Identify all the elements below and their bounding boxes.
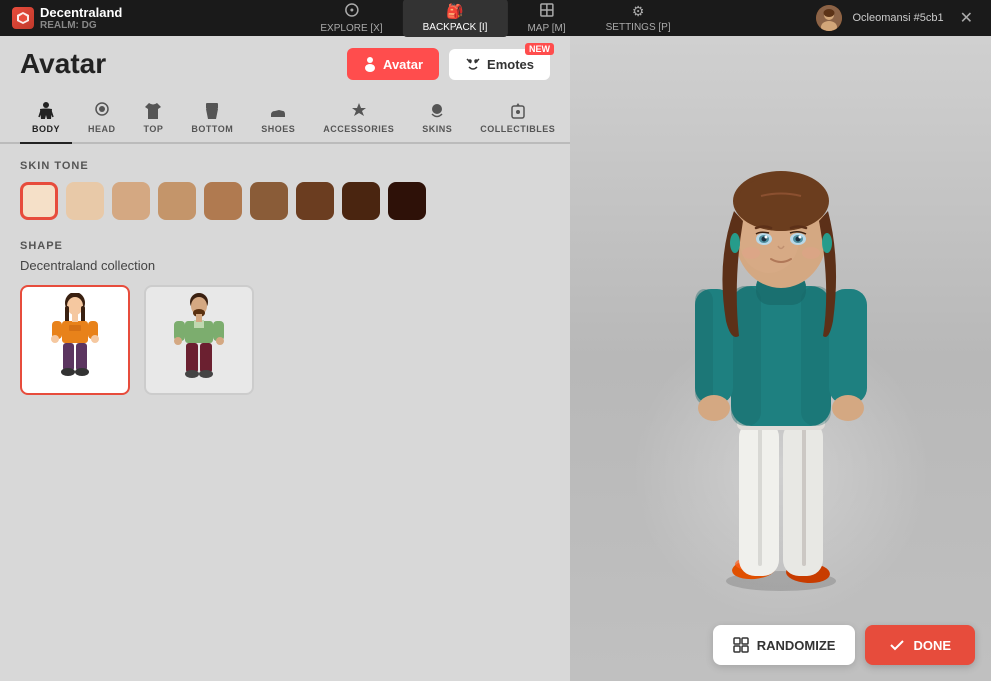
randomize-label: RANDOMIZE — [757, 638, 836, 653]
shape-cards — [20, 285, 550, 395]
skin-swatch-2[interactable] — [112, 182, 150, 220]
skin-swatch-6[interactable] — [296, 182, 334, 220]
realm-text: REALM: DG — [40, 20, 122, 31]
map-icon — [539, 2, 555, 21]
randomize-button[interactable]: RANDOMIZE — [713, 625, 856, 665]
nav-explore[interactable]: EXPLORE [X] — [300, 0, 402, 38]
new-badge: NEW — [525, 43, 554, 55]
nav-items: EXPLORE [X] 🎒 BACKPACK [I] MAP [M] ⚙ SET… — [300, 0, 690, 38]
brand-logo: Decentraland REALM: DG — [12, 5, 122, 31]
nav-map[interactable]: MAP [M] — [507, 0, 585, 38]
cat-bottom-label: BOTTOM — [191, 124, 233, 134]
backpack-label: BACKPACK [I] — [423, 22, 488, 33]
cat-skins-label: SKINS — [422, 124, 452, 134]
category-tabs: BODY HEAD TOP — [0, 92, 570, 144]
skin-swatch-7[interactable] — [342, 182, 380, 220]
cat-tab-head[interactable]: HEAD — [76, 95, 128, 144]
avatar — [816, 5, 842, 31]
tab-emotes-label: Emotes — [487, 57, 534, 72]
tab-emotes[interactable]: Emotes NEW — [449, 49, 550, 80]
done-button[interactable]: DONE — [865, 625, 975, 665]
shape-label: SHAPE — [20, 240, 550, 252]
avatar-preview — [651, 121, 911, 601]
skin-tone-label: SKIN TONE — [20, 160, 550, 172]
tab-avatar-label: Avatar — [383, 57, 423, 72]
cat-collectibles-label: COLLECTIBLES — [480, 124, 555, 134]
right-panel: RANDOMIZE DONE — [570, 36, 991, 681]
cat-shoes-label: SHOES — [261, 124, 295, 134]
explore-icon — [343, 2, 359, 21]
map-label: MAP [M] — [527, 23, 565, 34]
skin-swatch-8[interactable] — [388, 182, 426, 220]
content-area: Avatar Avatar Emotes NEW — [0, 36, 991, 681]
nav-settings[interactable]: ⚙ SETTINGS [P] — [586, 0, 691, 37]
page-title: Avatar — [20, 48, 106, 80]
top-nav: Decentraland REALM: DG EXPLORE [X] 🎒 BAC… — [0, 0, 991, 36]
settings-icon: ⚙ — [632, 3, 645, 20]
cat-body-label: BODY — [32, 124, 60, 134]
cat-tab-skins[interactable]: SKINS — [410, 95, 464, 144]
cat-top-label: TOP — [144, 124, 164, 134]
collection-title: Decentraland collection — [20, 258, 550, 273]
tab-avatar[interactable]: Avatar — [347, 48, 439, 80]
panel-content: SKIN TONE SHAPE Decentraland collection — [0, 144, 570, 681]
settings-label: SETTINGS [P] — [606, 22, 671, 33]
backpack-icon: 🎒 — [446, 3, 463, 20]
nav-backpack[interactable]: 🎒 BACKPACK [I] — [403, 0, 508, 37]
cat-tab-top[interactable]: TOP — [132, 95, 176, 144]
skin-swatch-3[interactable] — [158, 182, 196, 220]
skin-swatch-0[interactable] — [20, 182, 58, 220]
cat-head-label: HEAD — [88, 124, 116, 134]
done-label: DONE — [913, 638, 951, 653]
brand-name: Decentraland — [40, 5, 122, 20]
skin-tone-swatches — [20, 182, 550, 220]
cat-tab-collectibles[interactable]: COLLECTIBLES — [468, 95, 567, 144]
cat-tab-shoes[interactable]: SHOES — [249, 95, 307, 144]
close-button[interactable]: ✕ — [954, 6, 979, 30]
shape-card-male[interactable] — [144, 285, 254, 395]
skin-swatch-5[interactable] — [250, 182, 288, 220]
shape-card-female[interactable] — [20, 285, 130, 395]
cat-tab-accessories[interactable]: ACCESSORIES — [311, 95, 406, 144]
tab-bar: Avatar Avatar Emotes NEW — [0, 36, 570, 92]
skin-swatch-4[interactable] — [204, 182, 242, 220]
cat-tab-bottom[interactable]: BOTTOM — [179, 95, 245, 144]
explore-label: EXPLORE [X] — [320, 23, 382, 34]
user-name: Ocleomansi #5cb1 — [852, 12, 943, 24]
bottom-buttons: RANDOMIZE DONE — [713, 625, 975, 665]
nav-right: Ocleomansi #5cb1 ✕ — [816, 5, 979, 31]
brand-icon — [12, 7, 34, 29]
left-panel: Avatar Avatar Emotes NEW — [0, 36, 570, 681]
skin-swatch-1[interactable] — [66, 182, 104, 220]
cat-accessories-label: ACCESSORIES — [323, 124, 394, 134]
cat-tab-body[interactable]: BODY — [20, 95, 72, 144]
